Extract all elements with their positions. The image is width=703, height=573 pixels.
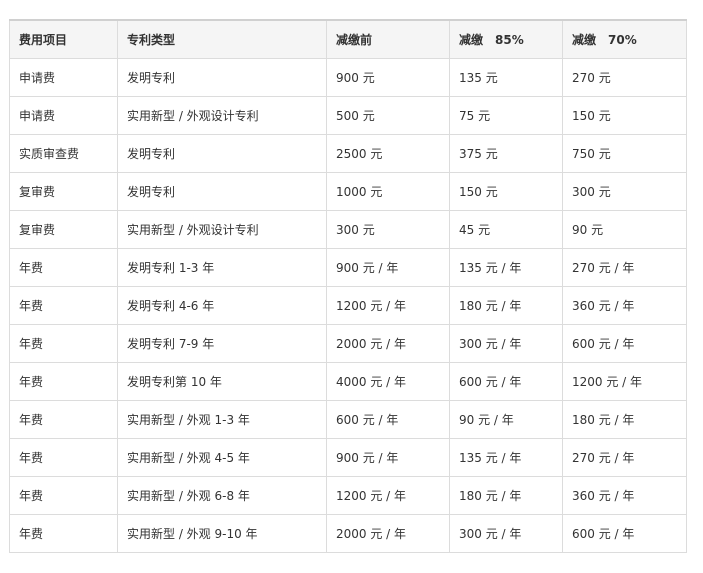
table-row: 年费 实用新型 / 外观 9-10 年 2000 元 / 年 300 元 / 年 600… (9, 514, 687, 553)
cell-patent-type: 实用新型 / 外观 9-10 年 (117, 514, 327, 553)
cell-before-reduction: 2000 元 / 年 (326, 514, 450, 553)
cell-before-reduction: 300 元 (326, 210, 450, 249)
cell-fee-item: 实质审查费 (9, 134, 118, 173)
header-patent-type: 专利类型 (117, 19, 327, 59)
cell-before-reduction: 1200 元 / 年 (326, 286, 450, 325)
cell-reduction-70: 1200 元 / 年 (562, 362, 687, 401)
cell-reduction-70: 270 元 / 年 (562, 438, 687, 477)
table-row: 实质审查费 发明专利 2500 元 375 元 750 元 (9, 134, 687, 173)
cell-reduction-70: 600 元 / 年 (562, 514, 687, 553)
table-row: 复审费 实用新型 / 外观设计专利 300 元 45 元 90 元 (9, 210, 687, 249)
cell-fee-item: 年费 (9, 248, 118, 287)
table-row: 年费 发明专利 1-3 年 900 元 / 年 135 元 / 年 270 元 / 年 (9, 248, 687, 287)
cell-before-reduction: 1200 元 / 年 (326, 476, 450, 515)
cell-patent-type: 实用新型 / 外观 6-8 年 (117, 476, 327, 515)
cell-reduction-85: 600 元 / 年 (449, 362, 563, 401)
cell-before-reduction: 1000 元 (326, 172, 450, 211)
cell-reduction-70: 270 元 (562, 58, 687, 97)
cell-reduction-70: 600 元 / 年 (562, 324, 687, 363)
cell-fee-item: 申请费 (9, 96, 118, 135)
cell-reduction-70: 150 元 (562, 96, 687, 135)
cell-reduction-85: 180 元 / 年 (449, 476, 563, 515)
cell-fee-item: 年费 (9, 514, 118, 553)
cell-before-reduction: 900 元 / 年 (326, 248, 450, 287)
table-row: 年费 实用新型 / 外观 4-5 年 900 元 / 年 135 元 / 年 270 元… (9, 438, 687, 477)
table-row: 年费 实用新型 / 外观 1-3 年 600 元 / 年 90 元 / 年 180 元 … (9, 400, 687, 439)
cell-reduction-85: 375 元 (449, 134, 563, 173)
header-reduction-70: 减缴 70% (562, 19, 687, 59)
cell-patent-type: 发明专利第 10 年 (117, 362, 327, 401)
table-body: 申请费 发明专利 900 元 135 元 270 元申请费 实用新型 / 外观设计专利 50… (9, 58, 687, 553)
cell-fee-item: 复审费 (9, 172, 118, 211)
cell-patent-type: 发明专利 7-9 年 (117, 324, 327, 363)
cell-before-reduction: 900 元 (326, 58, 450, 97)
cell-fee-item: 年费 (9, 286, 118, 325)
cell-fee-item: 年费 (9, 438, 118, 477)
cell-reduction-85: 150 元 (449, 172, 563, 211)
table-row: 年费 发明专利 4-6 年 1200 元 / 年 180 元 / 年 360 元 / 年 (9, 286, 687, 325)
cell-patent-type: 实用新型 / 外观 1-3 年 (117, 400, 327, 439)
table-row: 年费 发明专利 7-9 年 2000 元 / 年 300 元 / 年 600 元 / 年 (9, 324, 687, 363)
table-row: 年费 发明专利第 10 年 4000 元 / 年 600 元 / 年 1200 元 / … (9, 362, 687, 401)
cell-fee-item: 申请费 (9, 58, 118, 97)
cell-patent-type: 发明专利 4-6 年 (117, 286, 327, 325)
cell-reduction-70: 360 元 / 年 (562, 286, 687, 325)
cell-before-reduction: 900 元 / 年 (326, 438, 450, 477)
cell-reduction-85: 135 元 (449, 58, 563, 97)
cell-fee-item: 年费 (9, 362, 118, 401)
cell-before-reduction: 2000 元 / 年 (326, 324, 450, 363)
cell-patent-type: 发明专利 1-3 年 (117, 248, 327, 287)
cell-reduction-70: 90 元 (562, 210, 687, 249)
patent-fee-table: 费用项目 专利类型 减缴前 减缴 85% 减缴 70% 申请费 发明专利 900 元… (9, 19, 687, 553)
cell-fee-item: 年费 (9, 476, 118, 515)
cell-before-reduction: 4000 元 / 年 (326, 362, 450, 401)
cell-patent-type: 发明专利 (117, 134, 327, 173)
cell-reduction-70: 180 元 / 年 (562, 400, 687, 439)
header-before-reduction: 减缴前 (326, 19, 450, 59)
cell-reduction-85: 300 元 / 年 (449, 324, 563, 363)
cell-patent-type: 实用新型 / 外观设计专利 (117, 210, 327, 249)
table-row: 申请费 实用新型 / 外观设计专利 500 元 75 元 150 元 (9, 96, 687, 135)
table-row: 复审费 发明专利 1000 元 150 元 300 元 (9, 172, 687, 211)
cell-before-reduction: 500 元 (326, 96, 450, 135)
cell-fee-item: 年费 (9, 324, 118, 363)
cell-reduction-85: 90 元 / 年 (449, 400, 563, 439)
table-header: 费用项目 专利类型 减缴前 减缴 85% 减缴 70% (9, 19, 687, 59)
cell-patent-type: 实用新型 / 外观设计专利 (117, 96, 327, 135)
table-row: 年费 实用新型 / 外观 6-8 年 1200 元 / 年 180 元 / 年 360 … (9, 476, 687, 515)
cell-patent-type: 实用新型 / 外观 4-5 年 (117, 438, 327, 477)
cell-reduction-70: 300 元 (562, 172, 687, 211)
cell-before-reduction: 600 元 / 年 (326, 400, 450, 439)
cell-reduction-85: 45 元 (449, 210, 563, 249)
cell-reduction-70: 270 元 / 年 (562, 248, 687, 287)
header-row: 费用项目 专利类型 减缴前 减缴 85% 减缴 70% (9, 19, 687, 59)
cell-fee-item: 年费 (9, 400, 118, 439)
cell-reduction-85: 75 元 (449, 96, 563, 135)
header-fee-item: 费用项目 (9, 19, 118, 59)
table-row: 申请费 发明专利 900 元 135 元 270 元 (9, 58, 687, 97)
cell-reduction-70: 360 元 / 年 (562, 476, 687, 515)
cell-reduction-85: 300 元 / 年 (449, 514, 563, 553)
cell-reduction-70: 750 元 (562, 134, 687, 173)
header-reduction-85: 减缴 85% (449, 19, 563, 59)
cell-fee-item: 复审费 (9, 210, 118, 249)
cell-patent-type: 发明专利 (117, 172, 327, 211)
cell-patent-type: 发明专利 (117, 58, 327, 97)
cell-reduction-85: 180 元 / 年 (449, 286, 563, 325)
cell-reduction-85: 135 元 / 年 (449, 438, 563, 477)
cell-before-reduction: 2500 元 (326, 134, 450, 173)
cell-reduction-85: 135 元 / 年 (449, 248, 563, 287)
